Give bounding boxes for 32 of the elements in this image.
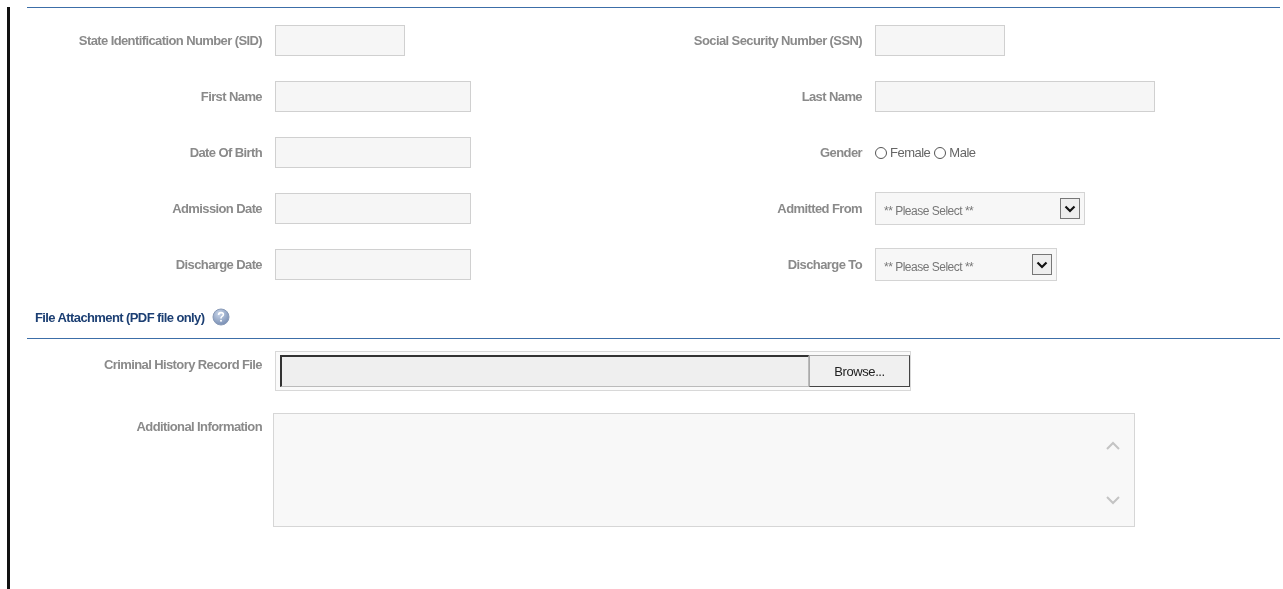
caret-icon[interactable] — [1032, 254, 1052, 275]
browse-button[interactable]: Browse... — [809, 355, 910, 387]
field-label: Last Name — [800, 89, 862, 104]
field-label: Admitted From — [776, 201, 862, 216]
scroll-up-icon[interactable] — [1106, 441, 1120, 450]
text-field[interactable] — [275, 25, 405, 56]
text-field[interactable] — [875, 25, 1005, 56]
field-label: First Name — [199, 89, 262, 104]
file-field[interactable]: Browse... — [275, 351, 911, 391]
field-label: Additional Information — [135, 418, 262, 434]
text-field[interactable] — [275, 249, 471, 280]
radio-option[interactable]: Male — [934, 145, 976, 160]
field-label: Discharge Date — [174, 257, 262, 272]
section-heading: File Attachment (PDF file only) — [35, 309, 205, 325]
text-area[interactable] — [273, 413, 1135, 527]
field-label: State Identification Number (SID) — [77, 33, 262, 48]
field-label: Gender — [819, 145, 862, 160]
text-field[interactable] — [275, 193, 471, 224]
field-label: Date Of Birth — [188, 145, 262, 160]
dropdown[interactable]: ** Please Select ** — [875, 192, 1085, 225]
text-field[interactable] — [275, 81, 471, 112]
field-label: Social Security Number (SSN) — [692, 33, 862, 48]
field-label: Admission Date — [171, 201, 262, 216]
help-icon[interactable] — [212, 308, 231, 326]
text-field[interactable] — [875, 81, 1155, 112]
dropdown[interactable]: ** Please Select ** — [875, 248, 1057, 281]
caret-icon[interactable] — [1060, 198, 1080, 219]
text-field[interactable] — [275, 137, 471, 168]
field-label: Discharge To — [786, 257, 862, 272]
scroll-down-icon[interactable] — [1106, 496, 1120, 505]
radio-option[interactable]: Female — [875, 145, 931, 160]
field-label: Criminal History Record File — [102, 356, 262, 372]
